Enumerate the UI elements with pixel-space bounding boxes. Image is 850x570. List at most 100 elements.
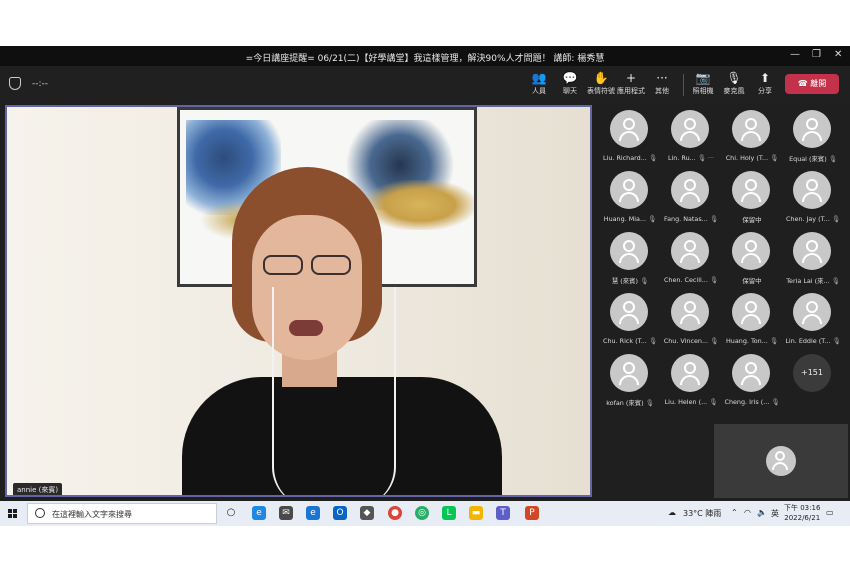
edge-icon[interactable]: e: [252, 506, 266, 520]
participant-name: Lin. Ru...: [667, 154, 696, 162]
maximize-button[interactable]: ❐: [812, 49, 821, 60]
participant-name: 保留中: [742, 277, 762, 285]
mic-button[interactable]: 🎙 麥克風: [717, 70, 751, 96]
teams-window: =今日講座提醒= 06/21(二)【好學講堂】我這樣管理，解決90%人才問題！ …: [0, 46, 850, 526]
mic-muted-icon: 🎙: [709, 276, 719, 284]
file-explorer-icon[interactable]: ▬: [469, 506, 483, 520]
wechat-icon[interactable]: ◎: [415, 506, 429, 520]
people-label: 人員: [532, 87, 546, 95]
weather-text[interactable]: 33°C 陣雨: [683, 508, 721, 519]
participant-tile[interactable]: 保留中: [722, 230, 782, 288]
ie-icon[interactable]: e: [306, 506, 320, 520]
leave-label: 離開: [810, 79, 827, 88]
people-icon: 👥: [531, 71, 547, 85]
participant-name: Equal (來賓): [789, 155, 827, 163]
outlook-icon[interactable]: O: [333, 506, 347, 520]
more-label: 其他: [655, 87, 669, 95]
powerpoint-icon[interactable]: P: [525, 506, 539, 520]
speaker-name-tag: annie (來賓): [13, 483, 63, 495]
minimize-button[interactable]: —: [790, 49, 800, 60]
participant-name: Fang. Natas...: [664, 215, 708, 223]
participant-tile[interactable]: Lin. Eddie (T... 🎙: [783, 291, 843, 349]
windows-taskbar: 在這裡輸入文字來搜尋 ○ e ✉ e O ◆ ● ◎ L ▬ T P ☁ 33°…: [0, 501, 850, 526]
self-view-tile[interactable]: [714, 424, 848, 498]
avatar: [671, 171, 709, 209]
mic-muted-icon: 🎙: [645, 399, 654, 407]
share-label: 分享: [758, 87, 772, 95]
participant-name: Chu. Vincen...: [663, 337, 709, 345]
mic-label: 麥克風: [723, 87, 745, 95]
participant-tile[interactable]: Chu. Vincen... 🎙: [661, 291, 721, 349]
participant-name: Chi. Holy (T...: [725, 154, 769, 162]
participant-tile[interactable]: Chen. Cecili... 🎙: [661, 230, 721, 288]
participant-tile[interactable]: Chi. Holy (T... 🎙: [722, 108, 782, 166]
participant-tile[interactable]: 慧 (來賓) 🎙: [600, 230, 660, 288]
participant-tile[interactable]: Liu. Richard... 🎙: [600, 108, 660, 166]
more-participants-button[interactable]: +151: [783, 352, 843, 410]
mic-muted-icon: 🎙: [771, 398, 780, 406]
reactions-label: 表情符號: [587, 87, 615, 95]
participant-tile[interactable]: kofan (來賓) 🎙: [600, 352, 660, 410]
mic-muted-icon: 🎙: [770, 154, 779, 162]
speaker-person: [177, 167, 507, 495]
speaker-icon[interactable]: 🔈: [757, 508, 767, 517]
participant-name: Teria Lai (來...: [786, 277, 830, 285]
participant-name: 慧 (來賓): [611, 277, 639, 285]
mic-muted-icon: 🎙 ···: [697, 154, 715, 162]
participant-tile[interactable]: Equal (來賓) 🎙: [783, 108, 843, 166]
participant-tile[interactable]: Cheng. Iris (... 🎙: [722, 352, 782, 410]
participant-name: Chu. Rick (T...: [603, 337, 647, 345]
participant-tile[interactable]: Liu. Helen (... 🎙: [661, 352, 721, 410]
participant-tile[interactable]: Lin. Ru... 🎙 ···: [661, 108, 721, 166]
avatar: [610, 110, 648, 148]
avatar: [732, 232, 770, 270]
avatar: [793, 171, 831, 209]
participant-tile[interactable]: Teria Lai (來... 🎙: [783, 230, 843, 288]
chrome-icon[interactable]: ●: [388, 506, 402, 520]
participant-name: Huang. Ton...: [726, 337, 768, 345]
close-button[interactable]: ✕: [834, 49, 842, 60]
mic-muted-icon: 🎙: [648, 215, 657, 223]
avatar: [732, 354, 770, 392]
avatar: [793, 293, 831, 331]
mail-icon[interactable]: ✉: [279, 506, 293, 520]
avatar: [793, 232, 831, 270]
ime-indicator[interactable]: 英: [771, 508, 779, 519]
wifi-icon[interactable]: ◠: [744, 508, 751, 517]
mic-muted-icon: 🎙: [640, 277, 649, 285]
camera-button[interactable]: 📷 照相機: [686, 70, 720, 96]
teams-icon[interactable]: T: [496, 506, 510, 520]
notification-icon[interactable]: ▭: [826, 508, 834, 517]
meeting-toolbar: --:-- 👥 人員 💬 聊天 ✋ 表情符號 + 應用程式 ··· 其他 📷 照…: [0, 66, 850, 103]
avatar: [732, 171, 770, 209]
overflow-count: +151: [793, 354, 831, 392]
line-icon[interactable]: L: [442, 506, 456, 520]
participant-name: Chen. Jay (T...: [785, 215, 830, 223]
chevron-up-icon[interactable]: ⌃: [731, 508, 738, 517]
participant-tile[interactable]: 保留中: [722, 169, 782, 227]
leave-button[interactable]: ☎ 離開: [785, 74, 839, 94]
taskbar-search-box[interactable]: 在這裡輸入文字來搜尋: [27, 503, 217, 524]
main-speaker-video[interactable]: annie (來賓): [5, 105, 592, 497]
system-clock[interactable]: 下午 03:16 2022/6/21: [784, 503, 820, 523]
task-view-icon[interactable]: ○: [224, 506, 238, 520]
mic-muted-icon: 🎙: [769, 337, 778, 345]
apps-button[interactable]: + 應用程式: [614, 70, 648, 96]
participant-tile[interactable]: Chen. Jay (T... 🎙: [783, 169, 843, 227]
weather-icon[interactable]: ☁: [668, 508, 676, 517]
participant-tile[interactable]: Huang. Mia... 🎙: [600, 169, 660, 227]
mic-muted-icon: 🎙: [831, 277, 840, 285]
avatar: [610, 354, 648, 392]
reactions-button[interactable]: ✋ 表情符號: [584, 70, 618, 96]
participant-name: Lin. Eddie (T...: [785, 337, 831, 345]
participant-tile[interactable]: Huang. Ton... 🎙: [722, 291, 782, 349]
participant-tile[interactable]: Chu. Rick (T... 🎙: [600, 291, 660, 349]
chat-button[interactable]: 💬 聊天: [553, 70, 587, 96]
app-icon[interactable]: ◆: [360, 506, 374, 520]
people-button[interactable]: 👥 人員: [522, 70, 556, 96]
start-button[interactable]: [8, 509, 18, 519]
chat-label: 聊天: [563, 87, 577, 95]
participant-tile[interactable]: Fang. Natas... 🎙: [661, 169, 721, 227]
more-button[interactable]: ··· 其他: [645, 70, 679, 96]
share-button[interactable]: ⬆ 分享: [748, 70, 782, 96]
